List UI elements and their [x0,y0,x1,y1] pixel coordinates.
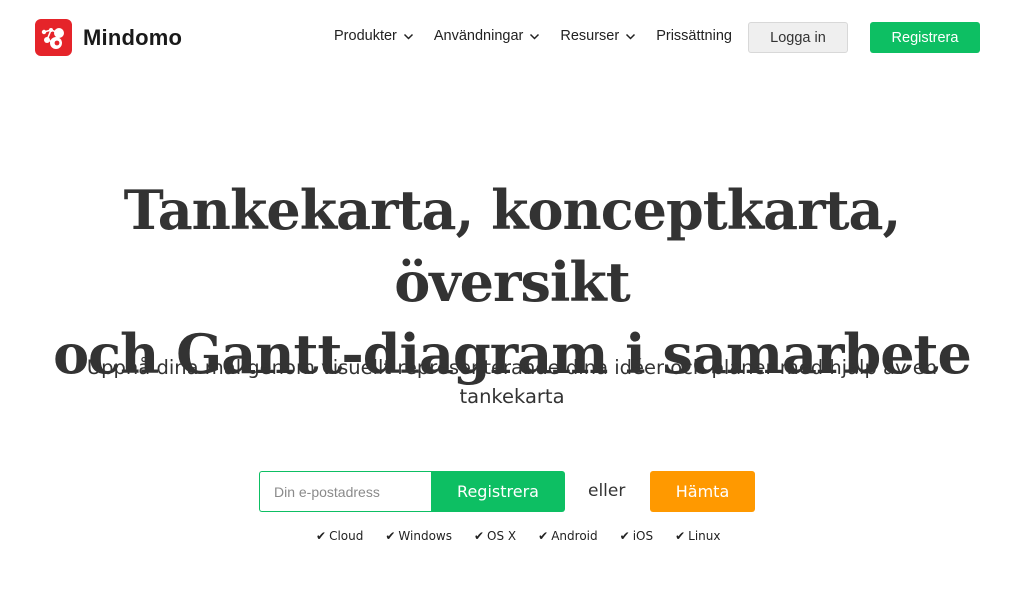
hero-title-line-1: Tankekarta, konceptkarta, översikt [123,178,902,314]
login-button[interactable]: Logga in [748,22,848,53]
platform-osx: ✔ OS X [474,529,516,543]
platform-label: iOS [632,529,654,543]
check-icon: ✔ [316,529,327,543]
mindomo-logo-icon [35,19,72,56]
platform-list: ✔ Cloud ✔ Windows ✔ OS X ✔ Android ✔ iOS… [316,529,721,543]
platform-linux: ✔ Linux [675,529,720,543]
email-input[interactable] [259,471,431,512]
or-label: eller [588,481,626,501]
check-icon: ✔ [619,529,630,543]
platform-label: Cloud [329,529,364,543]
platform-windows: ✔ Windows [385,529,452,543]
platform-android: ✔ Android [538,529,597,543]
nav-item-produkter[interactable]: Produkter [334,28,414,44]
platform-label: Android [551,529,598,543]
main-nav: Produkter Användningar Resurser Prissätt… [334,28,732,44]
chevron-down-icon [403,33,413,40]
nav-item-label: Resurser [560,28,620,44]
platform-label: Linux [688,529,721,543]
hero-subtitle: Uppnå dina mål genom visuellt represente… [86,356,938,408]
platform-label: OS X [487,529,517,543]
nav-item-prissattning[interactable]: Prissättning [656,28,732,44]
platform-cloud: ✔ Cloud [316,529,363,543]
register-button[interactable]: Registrera [431,471,565,512]
brand-name: Mindomo [83,24,183,50]
check-icon: ✔ [538,529,549,543]
nav-item-anvandningar[interactable]: Användningar [434,28,541,44]
chevron-down-icon [530,33,540,40]
header-register-button[interactable]: Registrera [870,22,980,53]
nav-item-label: Prissättning [656,28,732,44]
site-header: Mindomo Produkter Användningar Resurser … [0,0,1024,76]
check-icon: ✔ [473,529,485,543]
nav-item-label: Produkter [334,28,397,44]
check-icon: ✔ [675,529,686,543]
platform-ios: ✔ iOS [620,529,653,543]
download-button[interactable]: Hämta [650,471,755,512]
chevron-down-icon [626,33,636,40]
platform-label: Windows [398,529,452,543]
mindomo-logo[interactable]: Mindomo [35,19,182,56]
nav-item-resurser[interactable]: Resurser [560,28,636,44]
nav-item-label: Användningar [433,28,524,44]
signup-form: Registrera [259,471,565,512]
check-icon: ✔ [385,529,396,543]
